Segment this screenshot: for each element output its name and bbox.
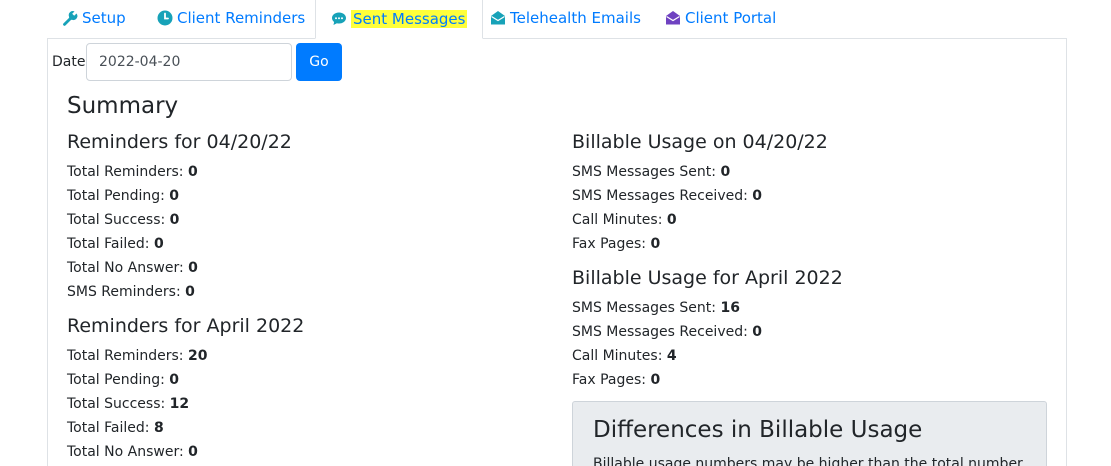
stat-row: SMS Messages Received: 0	[572, 324, 762, 340]
stat-label: Fax Pages:	[572, 372, 646, 388]
date-label: Date	[52, 54, 86, 70]
stat-row: Total Reminders: 0	[67, 164, 198, 180]
go-button[interactable]: Go	[296, 43, 342, 81]
stat-value: 0	[650, 372, 661, 388]
stat-value: 8	[153, 420, 164, 436]
stat-label: SMS Messages Received:	[572, 188, 748, 204]
stat-label: SMS Messages Received:	[572, 324, 748, 340]
tab-label: Client Reminders	[177, 9, 306, 27]
stat-label: Total No Answer:	[67, 260, 184, 276]
tab-sent-messages[interactable]: Sent Messages	[315, 0, 484, 39]
chat-bubble-icon	[331, 11, 347, 27]
billable-day-title: Billable Usage on 04/20/22	[572, 131, 828, 153]
tab-label: Sent Messages	[351, 9, 468, 28]
stat-label: SMS Messages Sent:	[572, 164, 716, 180]
envelope-open-icon	[665, 10, 681, 26]
stat-row: Call Minutes: 0	[572, 212, 677, 228]
stat-row: Fax Pages: 0	[572, 236, 660, 252]
stat-row: SMS Messages Sent: 0	[572, 164, 730, 180]
stat-label: Total Success:	[67, 212, 166, 228]
stat-value: 0	[666, 212, 677, 228]
stat-value: 0	[650, 236, 661, 252]
tab-label: Client Portal	[685, 9, 777, 27]
tab-label: Setup	[82, 9, 126, 27]
stat-row: Fax Pages: 0	[572, 372, 660, 388]
stat-value: 20	[187, 348, 208, 364]
stat-row: SMS Messages Received: 0	[572, 188, 762, 204]
envelope-open-icon	[490, 10, 506, 26]
stat-value: 0	[169, 372, 180, 388]
stat-row: Total Success: 12	[67, 396, 189, 412]
billable-month-title: Billable Usage for April 2022	[572, 267, 843, 289]
stat-value: 12	[169, 396, 190, 412]
stat-row: Total Pending: 0	[67, 372, 179, 388]
stat-value: 4	[666, 348, 677, 364]
stat-value: 0	[187, 164, 198, 180]
stat-value: 0	[752, 188, 763, 204]
stat-row: Total No Answer: 0	[67, 260, 198, 276]
tab-client-portal[interactable]: Client Portal	[665, 0, 776, 36]
reminders-month-title: Reminders for April 2022	[67, 315, 305, 337]
date-input[interactable]	[86, 43, 292, 81]
stat-value: 0	[188, 260, 198, 276]
reminders-day-title: Reminders for 04/20/22	[67, 131, 292, 153]
tab-label: Telehealth Emails	[510, 9, 641, 27]
stat-row: Total Failed: 8	[67, 420, 164, 436]
summary-title: Summary	[67, 93, 179, 119]
stat-label: Total Failed:	[67, 420, 150, 436]
stat-label: Total Pending:	[67, 372, 165, 388]
stat-value: 0	[185, 284, 195, 300]
stat-label: Call Minutes:	[572, 348, 663, 364]
billable-differences-callout: Differences in Billable Usage Billable u…	[572, 401, 1047, 466]
stat-label: Call Minutes:	[572, 212, 663, 228]
callout-text: Billable usage numbers may be higher tha…	[593, 456, 1023, 466]
wrench-icon	[62, 10, 78, 26]
stat-label: Total Success:	[67, 396, 166, 412]
stat-row: Total Pending: 0	[67, 188, 179, 204]
stat-value: 0	[188, 444, 198, 460]
stat-row: Total No Answer: 0	[67, 444, 198, 460]
tab-client-reminders[interactable]: Client Reminders	[157, 0, 305, 36]
stat-row: Total Failed: 0	[67, 236, 164, 252]
stat-label: Total Reminders:	[67, 348, 184, 364]
stat-label: SMS Reminders:	[67, 284, 181, 300]
stat-value: 0	[169, 212, 180, 228]
stat-row: Call Minutes: 4	[572, 348, 677, 364]
tab-telehealth-emails[interactable]: Telehealth Emails	[490, 0, 641, 36]
stat-label: Total Failed:	[67, 236, 150, 252]
clock-icon	[157, 10, 173, 26]
stat-label: SMS Messages Sent:	[572, 300, 716, 316]
stat-label: Fax Pages:	[572, 236, 646, 252]
stat-row: SMS Reminders: 0	[67, 284, 195, 300]
stat-value: 0	[153, 236, 164, 252]
stat-label: Total Reminders:	[67, 164, 184, 180]
callout-title: Differences in Billable Usage	[593, 417, 923, 443]
nav-tabs: Setup Client Reminders Sent Messages Tel…	[47, 0, 1067, 39]
stat-label: Total No Answer:	[67, 444, 184, 460]
stat-row: Total Reminders: 20	[67, 348, 207, 364]
stat-row: SMS Messages Sent: 16	[572, 300, 740, 316]
stat-row: Total Success: 0	[67, 212, 179, 228]
stat-label: Total Pending:	[67, 188, 165, 204]
stat-value: 0	[752, 324, 763, 340]
stat-value: 0	[720, 164, 731, 180]
stat-value: 16	[720, 300, 740, 316]
stat-value: 0	[169, 188, 180, 204]
tab-setup[interactable]: Setup	[62, 0, 126, 36]
